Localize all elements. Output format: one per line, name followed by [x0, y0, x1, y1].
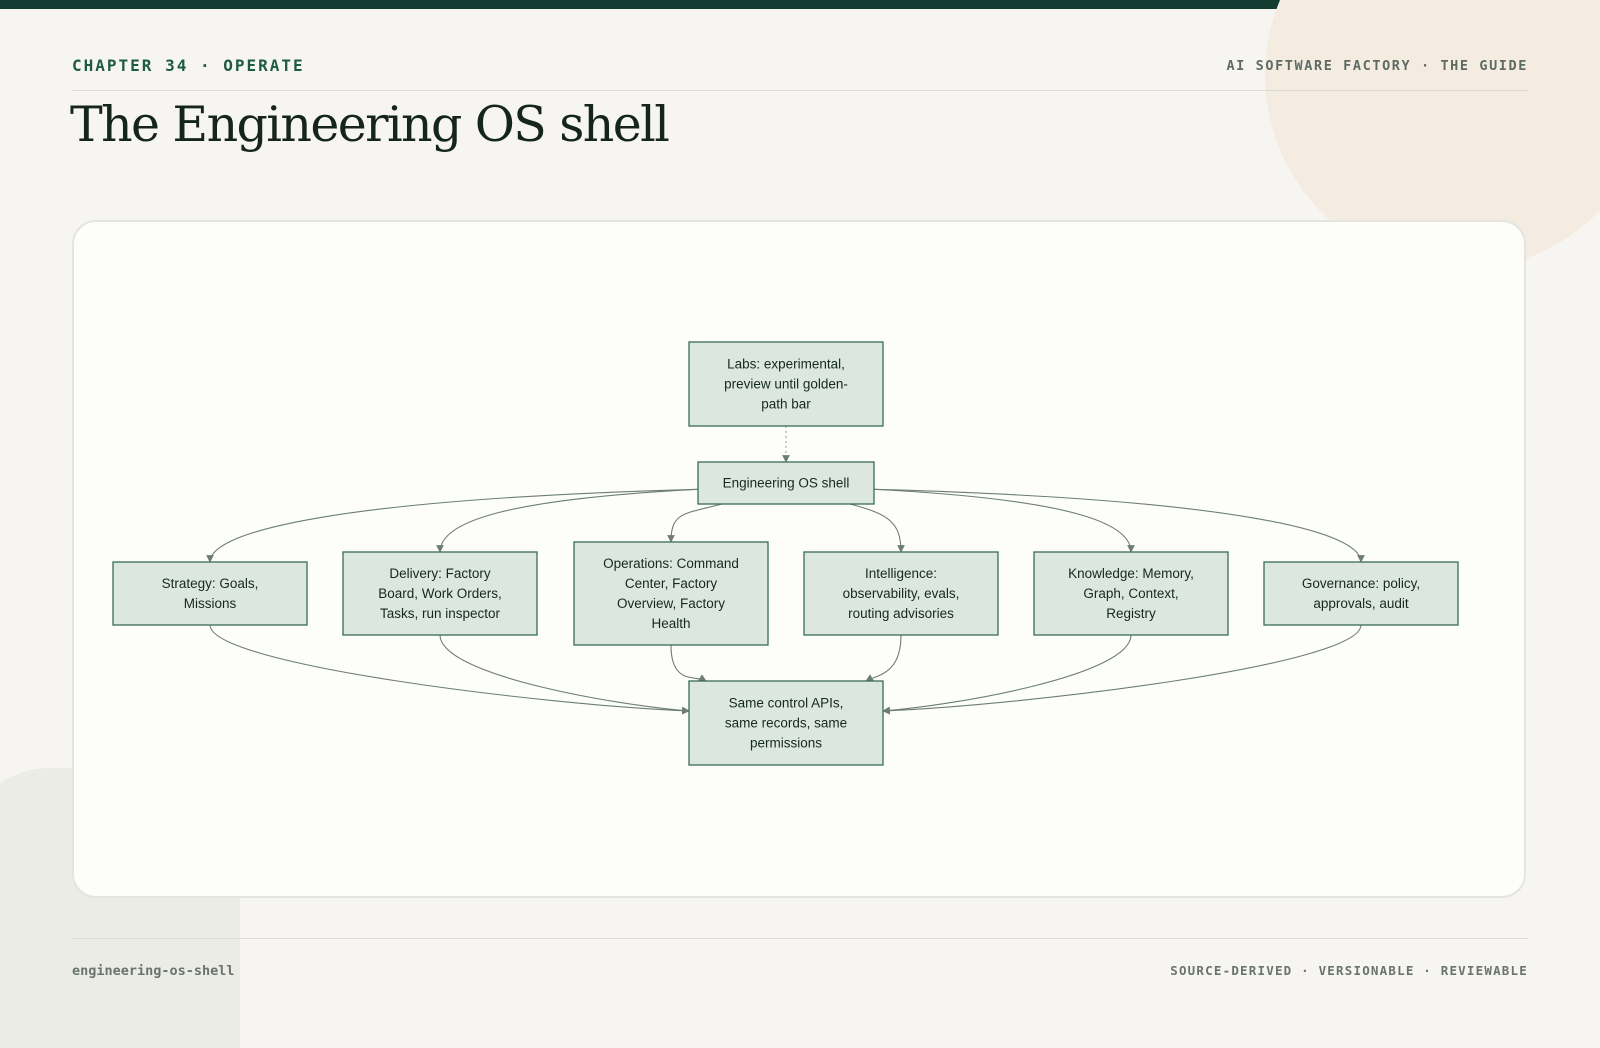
node-label: Center, Factory [625, 576, 718, 591]
node-label: Missions [184, 596, 237, 611]
node-label: Overview, Factory [617, 596, 725, 611]
node-label: path bar [761, 397, 811, 412]
node-governance: Governance: policy, approvals, audit [1263, 561, 1459, 626]
node-label: Same control APIs, [729, 696, 844, 711]
header-divider [72, 90, 1528, 91]
node-label: routing advisories [848, 606, 954, 621]
node-label: Health [651, 616, 690, 631]
nodes-layer: Labs: experimental, preview until golden-… [112, 341, 1459, 766]
chapter-eyebrow: CHAPTER 34 · OPERATE [72, 56, 305, 75]
node-control: Same control APIs, same records, same perm… [688, 680, 884, 766]
node-knowledge: Knowledge: Memory, Graph, Context, Registr… [1033, 551, 1229, 636]
node-labs: Labs: experimental, preview until golden-… [688, 341, 884, 427]
edge-shell-to-knowledge [873, 488, 1135, 553]
node-box [1263, 561, 1459, 626]
page-title: The Engineering OS shell [70, 96, 670, 153]
node-label: preview until golden- [724, 377, 848, 392]
edge-shell-to-intelligence [849, 503, 905, 553]
footer-slug: engineering-os-shell [72, 963, 235, 979]
node-label: Engineering OS shell [723, 476, 850, 491]
node-label: Labs: experimental, [727, 357, 845, 372]
node-label: Strategy: Goals, [162, 576, 259, 591]
node-strategy: Strategy: Goals, Missions [112, 561, 308, 626]
node-label: Registry [1106, 606, 1156, 621]
node-label: observability, evals, [843, 586, 960, 601]
edge-shell-to-operations [667, 503, 723, 543]
node-label: Board, Work Orders, [378, 586, 502, 601]
node-label: approvals, audit [1313, 596, 1409, 611]
edge-knowledge-to-control [882, 634, 1132, 715]
node-label: Governance: policy, [1302, 576, 1420, 591]
node-shell: Engineering OS shell [697, 461, 875, 505]
node-box [112, 561, 308, 626]
node-label: Tasks, run inspector [380, 606, 501, 621]
footer-divider [72, 938, 1528, 939]
node-label: Graph, Context, [1083, 586, 1178, 601]
node-intelligence: Intelligence: observability, evals, routin… [803, 551, 999, 636]
edge-intelligence-to-control [865, 634, 902, 682]
diagram-panel: Labs: experimental, preview until golden-… [72, 220, 1526, 898]
flow-diagram: Labs: experimental, preview until golden-… [112, 341, 1459, 766]
edge-delivery-to-control [439, 634, 690, 715]
node-operations: Operations: Command Center, Factory Overvi… [573, 541, 769, 646]
edge-shell-to-governance [873, 488, 1365, 563]
edge-governance-to-control [882, 624, 1362, 715]
node-label: same records, same [725, 716, 847, 731]
guide-brand: AI SOFTWARE FACTORY · THE GUIDE [1226, 58, 1528, 74]
node-label: permissions [750, 736, 822, 751]
edge-operations-to-control [670, 644, 707, 682]
node-label: Intelligence: [865, 566, 937, 581]
node-label: Delivery: Factory [389, 566, 491, 581]
node-delivery: Delivery: Factory Board, Work Orders, Task… [342, 551, 538, 636]
footer-tagline: SOURCE-DERIVED · VERSIONABLE · REVIEWABL… [1170, 963, 1528, 978]
node-label: Knowledge: Memory, [1068, 566, 1194, 581]
node-label: Operations: Command [603, 556, 739, 571]
